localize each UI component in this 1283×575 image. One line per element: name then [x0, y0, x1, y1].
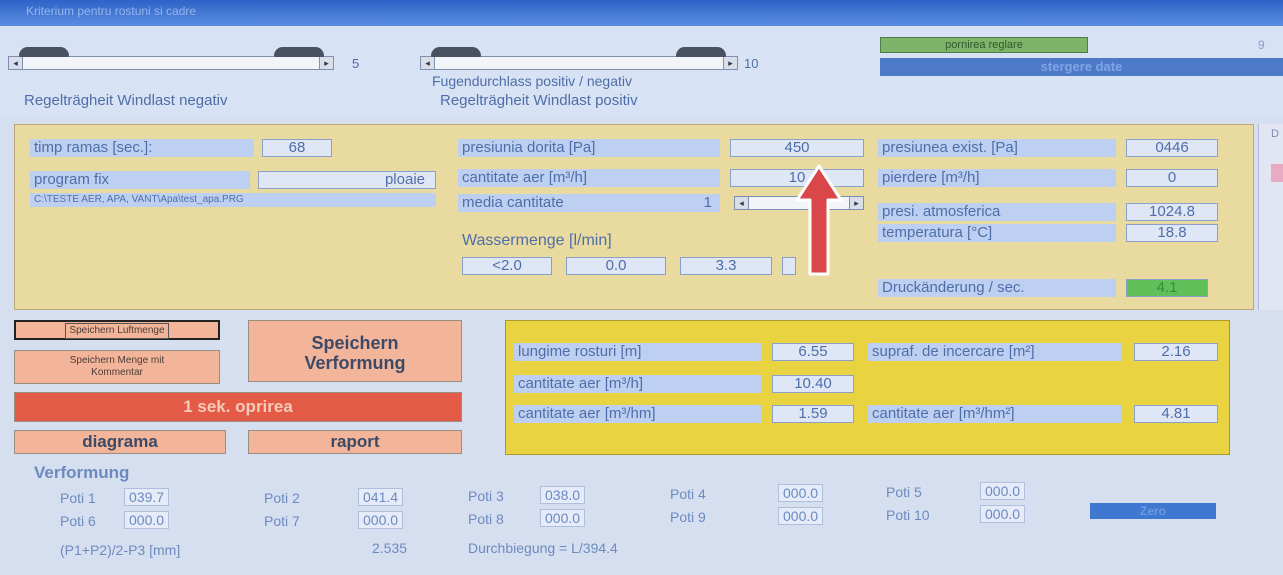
- windlast-negativ-slider[interactable]: ◂ ▸: [8, 47, 334, 70]
- pierdere-field: 0: [1126, 169, 1218, 187]
- speichern-verformung-line1: Speichern: [311, 333, 399, 353]
- windlast-positiv-slider[interactable]: ◂ ▸: [420, 47, 738, 70]
- verformung-section: [14, 458, 1230, 571]
- diagrama-button[interactable]: diagrama: [14, 430, 226, 454]
- slider-left-arrow-icon[interactable]: ◂: [9, 57, 23, 69]
- temperatura-label: temperatura [°C]: [878, 224, 1116, 242]
- timp-ramas-field: 68: [262, 139, 332, 157]
- speichern-menge-line2: Kommentar: [91, 367, 143, 378]
- cantitate-aer-hm-label: cantitate aer [m³/hm]: [514, 405, 762, 423]
- wassermenge-field-1: <2.0: [462, 257, 552, 275]
- cantitate-aer-hm-field: 1.59: [772, 405, 854, 423]
- stop-button[interactable]: 1 sek. oprirea: [14, 392, 462, 422]
- media-cantitate-value: 1: [703, 194, 712, 211]
- window-caption: Kriterium pentru rostuni si cadre: [26, 4, 197, 18]
- speichern-luftmenge-button[interactable]: Speichern Luftmenge: [14, 320, 220, 340]
- druckanderung-label: Druckänderung / sec.: [878, 279, 1116, 297]
- speichern-menge-line1: Speichern Menge mit: [69, 355, 165, 366]
- slider-thumb[interactable]: [274, 47, 324, 57]
- slider-max-label: 5: [352, 56, 360, 71]
- verformung-title: Verformung: [34, 463, 130, 482]
- poti-value: 038.0: [540, 486, 586, 504]
- slider-left-arrow-icon[interactable]: ◂: [421, 57, 435, 69]
- windlast-positiv-label: Regelträgheit Windlast positiv: [440, 92, 638, 109]
- poti-value: 039.7: [124, 488, 170, 506]
- formula-label: (P1+P2)/2-P3 [mm]: [60, 542, 181, 558]
- slider-right-arrow-icon[interactable]: ▸: [723, 57, 737, 69]
- slider-right-arrow-icon[interactable]: ▸: [319, 57, 333, 69]
- speichern-verformung-line2: Verformung: [304, 353, 406, 373]
- wassermenge-field-4: [782, 257, 796, 275]
- program-label: program fix: [30, 171, 250, 189]
- poti-value: 000.0: [980, 505, 1026, 523]
- windlast-negativ-label: Regelträgheit Windlast negativ: [24, 92, 228, 109]
- slider-left-arrow-icon[interactable]: ◂: [735, 197, 749, 209]
- poti-label: Poti 6: [60, 513, 96, 529]
- poti-label: Poti 7: [264, 513, 300, 529]
- presiunia-dorita-label: presiunia dorita [Pa]: [458, 139, 720, 157]
- right-edge-letter: D: [1271, 128, 1279, 140]
- formula-value: 2.535: [372, 540, 408, 556]
- poti-value: 000.0: [540, 509, 586, 527]
- poti-label: Poti 4: [670, 486, 706, 502]
- poti-label: Poti 8: [468, 511, 504, 527]
- speichern-luftmenge-label: Speichern Luftmenge: [65, 323, 169, 339]
- slider-thumb[interactable]: [431, 47, 481, 57]
- clear-data-button[interactable]: stergere date: [880, 58, 1283, 76]
- poti-label: Poti 5: [886, 484, 922, 500]
- presi-atmosferica-label: presi. atmosferica: [878, 203, 1116, 221]
- poti-label: Poti 3: [468, 488, 504, 504]
- title-bar: Kriterium pentru rostuni si cadre: [0, 0, 1283, 26]
- supraf-incercare-field: 2.16: [1134, 343, 1218, 361]
- poti-value: 000.0: [358, 511, 404, 529]
- cantitate-aer-h-label: cantitate aer [m³/h]: [514, 375, 762, 393]
- temperatura-field: 18.8: [1126, 224, 1218, 242]
- speichern-menge-kommentar-button[interactable]: Speichern Menge mit Kommentar: [14, 350, 220, 384]
- supraf-incercare-label: supraf. de incercare [m²]: [868, 343, 1122, 361]
- poti-label: Poti 2: [264, 490, 300, 506]
- slider-thumb[interactable]: [676, 47, 726, 57]
- media-cantitate-label: media cantitate 1: [458, 194, 720, 212]
- presiunea-exist-field: 0446: [1126, 139, 1218, 157]
- poti-value: 000.0: [124, 511, 170, 529]
- poti-value: 000.0: [980, 482, 1026, 500]
- lungime-rosturi-label: lungime rosturi [m]: [514, 343, 762, 361]
- presi-atmosferica-field: 1024.8: [1126, 203, 1218, 221]
- top-right-number: 9: [1258, 38, 1265, 52]
- poti-label: Poti 1: [60, 490, 96, 506]
- speichern-verformung-button[interactable]: Speichern Verformung: [248, 320, 462, 382]
- poti-value: 000.0: [778, 507, 824, 525]
- slider-max-label: 10: [744, 56, 759, 71]
- slider-thumb[interactable]: [19, 47, 69, 57]
- slider-right-arrow-icon[interactable]: ▸: [849, 197, 863, 209]
- poti-value: 041.4: [358, 488, 404, 506]
- zero-button[interactable]: Zero: [1090, 503, 1216, 519]
- up-arrow-icon: [795, 164, 843, 276]
- program-select[interactable]: ploaie: [258, 171, 436, 189]
- right-edge-panel: D: [1258, 124, 1283, 310]
- cantitate-aer-label: cantitate aer [m³/h]: [458, 169, 720, 187]
- poti-label: Poti 10: [886, 507, 930, 523]
- poti-label: Poti 9: [670, 509, 706, 525]
- program-path: C:\TESTE AER, APA, VANT\Apa\test_apa.PRG: [30, 193, 436, 207]
- wassermenge-field-2: 0.0: [566, 257, 666, 275]
- wassermenge-label: Wassermenge [l/min]: [462, 232, 612, 249]
- wassermenge-field-3: 3.3: [680, 257, 772, 275]
- timp-ramas-label: timp ramas [sec.]:: [30, 139, 254, 157]
- poti-value: 000.0: [778, 484, 824, 502]
- cantitate-aer-hm2-label: cantitate aer [m³/hm²]: [868, 405, 1122, 423]
- presiunea-exist-label: presiunea exist. [Pa]: [878, 139, 1116, 157]
- presiunia-dorita-input[interactable]: 450: [730, 139, 864, 157]
- media-cantitate-text: media cantitate: [462, 194, 564, 211]
- druckanderung-field: 4.1: [1126, 279, 1208, 297]
- cantitate-aer-h-field: 10.40: [772, 375, 854, 393]
- raport-button[interactable]: raport: [248, 430, 462, 454]
- pierdere-label: pierdere [m³/h]: [878, 169, 1116, 187]
- lungime-rosturi-field: 6.55: [772, 343, 854, 361]
- right-edge-indicator: [1271, 164, 1283, 182]
- durchbiegung-text: Durchbiegung = L/394.4: [468, 540, 618, 556]
- cantitate-aer-hm2-field: 4.81: [1134, 405, 1218, 423]
- start-regulation-button[interactable]: pornirea reglare: [880, 37, 1088, 53]
- fugendurchlass-label: Fugendurchlass positiv / negativ: [432, 73, 632, 89]
